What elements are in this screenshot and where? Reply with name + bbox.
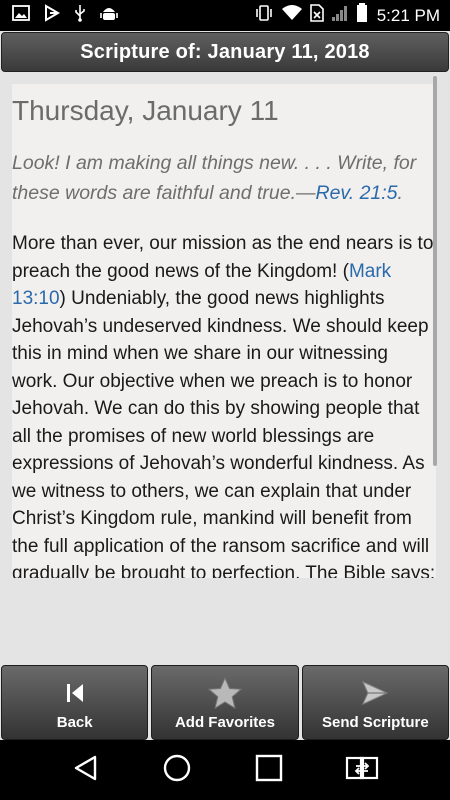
nav-recents-icon[interactable] xyxy=(254,753,284,788)
gallery-icon xyxy=(12,5,30,26)
battery-icon xyxy=(356,3,368,28)
nav-home-icon[interactable] xyxy=(162,753,192,788)
vibrate-icon xyxy=(254,4,274,27)
page-title: Scripture of: January 11, 2018 xyxy=(80,40,370,63)
bottom-action-bar: Back Add Favorites Send Scripture xyxy=(0,665,450,740)
signal-icon xyxy=(331,4,349,27)
wifi-icon xyxy=(281,4,303,27)
skip-back-icon xyxy=(64,676,86,710)
star-icon xyxy=(207,676,242,710)
status-right-icons: 5:21 PM xyxy=(254,3,450,28)
nav-back-icon[interactable] xyxy=(71,753,101,788)
add-favorites-label: Add Favorites xyxy=(174,714,275,731)
back-button[interactable]: Back xyxy=(1,665,149,740)
page-header: Scripture of: January 11, 2018 xyxy=(1,32,449,72)
send-scripture-label: Send Scripture xyxy=(321,714,429,731)
system-nav-bar xyxy=(0,740,450,800)
android-debug-icon xyxy=(100,4,118,27)
para-text-2: ) Undeniably, the good news highlights J… xyxy=(12,288,436,578)
status-bar: 5:21 PM xyxy=(0,0,450,31)
verse-reference-link[interactable]: Rev. 21:5 xyxy=(316,182,398,204)
send-icon xyxy=(361,676,389,710)
nav-switch-icon[interactable] xyxy=(345,753,379,788)
scripture-content[interactable]: Thursday, January 11 Look! I am making a… xyxy=(12,84,436,578)
add-favorites-button[interactable]: Add Favorites xyxy=(151,665,299,740)
status-time: 5:21 PM xyxy=(376,5,440,25)
back-button-label: Back xyxy=(56,714,93,731)
scrollbar[interactable] xyxy=(433,76,437,466)
commentary-paragraph: More than ever, our mission as the end n… xyxy=(12,230,436,578)
usb-icon xyxy=(74,4,86,27)
daily-verse: Look! I am making all things new. . . . … xyxy=(12,148,436,208)
verse-end: . xyxy=(397,182,403,204)
download-icon xyxy=(44,4,60,27)
status-left-icons xyxy=(0,4,118,27)
day-title: Thursday, January 11 xyxy=(12,95,279,126)
send-scripture-button[interactable]: Send Scripture xyxy=(301,665,449,740)
no-sim-icon xyxy=(309,4,324,27)
